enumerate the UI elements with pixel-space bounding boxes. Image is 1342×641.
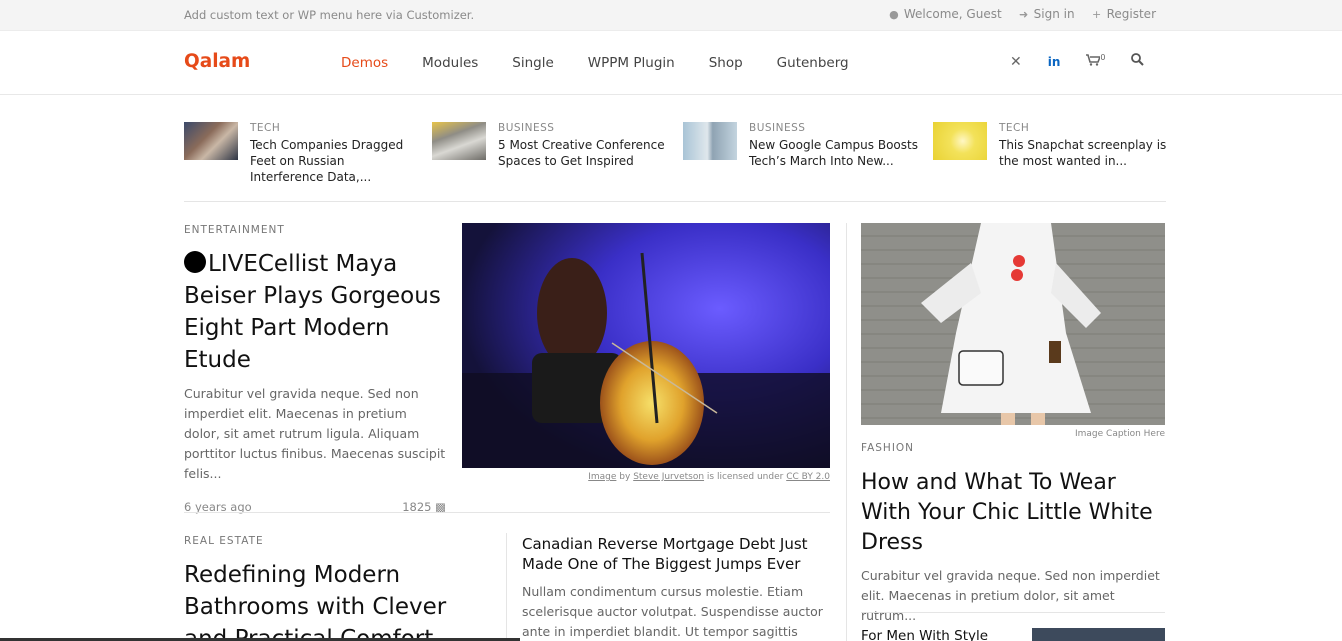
cart-icon[interactable]: 0 [1086,53,1105,70]
canada-excerpt: Nullam condimentum cursus molestie. Etia… [522,584,823,639]
credit-image-link[interactable]: Image [588,472,616,482]
divider [861,612,1165,613]
nav-wppm-plugin[interactable]: WPPM Plugin [588,55,675,71]
site-logo[interactable]: Qalam [184,51,250,72]
live-dot-icon [184,251,206,273]
site-header: Qalam Demos Modules Single WPPM Plugin S… [0,31,1342,95]
nav-single[interactable]: Single [512,55,554,71]
topbar-tagline: Add custom text or WP menu here via Cust… [184,8,475,22]
x-twitter-icon[interactable]: ✕ [1010,54,1022,70]
ticker-thumb-image[interactable] [933,122,987,160]
realestate-title[interactable]: Redefining Modern Bathrooms with Clever … [184,559,484,641]
divider [184,512,830,513]
nav-demos[interactable]: Demos [341,55,388,71]
search-icon[interactable] [1131,53,1145,70]
main-nav: Demos Modules Single WPPM Plugin Shop Gu… [341,55,883,71]
nav-gutenberg[interactable]: Gutenberg [777,55,849,71]
user-icon: ● [889,8,899,21]
image-credit: Image by Steve Jurvetson is licensed und… [588,472,830,482]
ticker-thumb-image[interactable] [683,122,737,160]
image-caption: Image Caption Here [1074,429,1165,439]
fashion-category[interactable]: FASHION [861,442,1165,454]
header-icons: ✕ in 0 [1010,53,1145,70]
news-ticker: TECH Tech Companies Dragged Feet on Russ… [184,122,1166,202]
ticker-category[interactable]: TECH [999,122,1169,134]
credit-license-link[interactable]: CC BY 2.0 [786,472,830,482]
ticker-title[interactable]: 5 Most Creative Conference Spaces to Get… [498,137,668,169]
top-bar: Add custom text or WP menu here via Cust… [0,0,1342,31]
lead-image[interactable] [462,223,830,468]
lead-excerpt: Curabitur vel gravida neque. Sed non imp… [184,386,446,481]
signin-link[interactable]: ➜ Sign in [1018,7,1075,21]
formen-title[interactable]: For Men With Style [861,628,988,641]
ticker-category[interactable]: TECH [250,122,420,134]
register-link[interactable]: + Register [1091,7,1156,21]
welcome-link[interactable]: ● Welcome, Guest [888,7,1002,21]
fashion-image[interactable] [861,223,1165,425]
canada-article: Canadian Reverse Mortgage Debt Just Made… [522,534,830,641]
lead-article: ENTERTAINMENT LIVECellist Maya Beiser Pl… [184,224,446,514]
account-links: ● Welcome, Guest ➜ Sign in + Register [888,7,1156,21]
credit-author-link[interactable]: Steve Jurvetson [633,472,704,482]
cart-count: 0 [1100,53,1106,63]
canada-title[interactable]: Canadian Reverse Mortgage Debt Just Made… [522,534,830,574]
ticker-category[interactable]: BUSINESS [498,122,668,134]
ticker-title[interactable]: This Snapchat screenplay is the most wan… [999,137,1169,169]
ticker-title[interactable]: Tech Companies Dragged Feet on Russian I… [250,137,420,185]
signin-icon: ➜ [1019,8,1029,21]
lead-category[interactable]: ENTERTAINMENT [184,224,446,236]
realestate-article: REAL ESTATE Redefining Modern Bathrooms … [184,535,484,641]
ticker-title[interactable]: New Google Campus Boosts Tech’s March In… [749,137,919,169]
ticker-category[interactable]: BUSINESS [749,122,919,134]
linkedin-icon[interactable]: in [1048,55,1061,69]
nav-modules[interactable]: Modules [422,55,478,71]
lead-title[interactable]: LIVECellist Maya Beiser Plays Gorgeous E… [184,248,446,376]
column-divider [506,533,507,641]
ticker-thumb-image[interactable] [184,122,238,160]
ticker-thumb-image[interactable] [432,122,486,160]
fashion-title[interactable]: How and What To Wear With Your Chic Litt… [861,468,1165,558]
nav-shop[interactable]: Shop [709,55,743,71]
column-divider [846,223,847,641]
formen-thumb-image[interactable] [1032,628,1165,641]
fashion-excerpt: Curabitur vel gravida neque. Sed non imp… [861,568,1160,623]
fashion-article: FASHION How and What To Wear With Your C… [861,442,1165,626]
realestate-category[interactable]: REAL ESTATE [184,535,484,547]
add-user-icon: + [1091,8,1102,21]
